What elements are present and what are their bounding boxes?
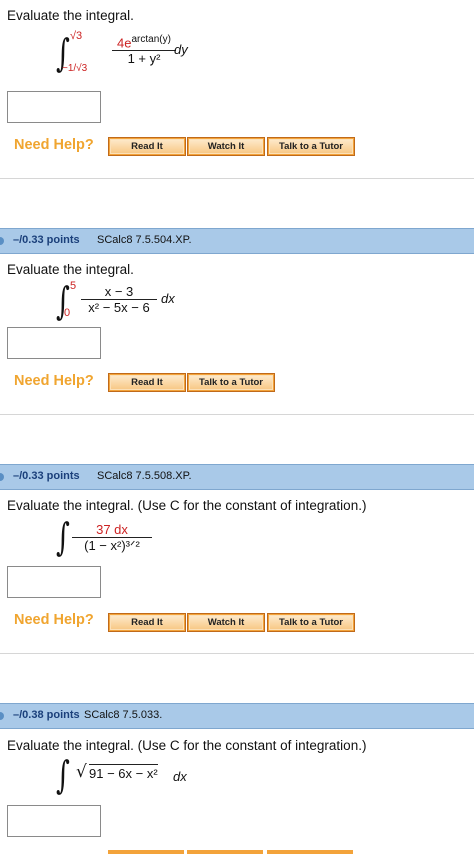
q3-points: –/0.33 points: [13, 470, 80, 482]
q4-differential: dx: [173, 769, 187, 784]
q2-numerator: x − 3: [104, 284, 134, 299]
q2-denominator: x² − 5x − 6: [88, 300, 150, 315]
q4-code: SCalc8 7.5.033.: [84, 709, 163, 721]
q1-differential: dy: [174, 42, 188, 57]
q4-read-it-button-partial[interactable]: [108, 850, 184, 854]
integral-sign: ∫: [56, 515, 70, 559]
q4-radicand: 91 − 6x − x²: [89, 764, 158, 781]
q3-header-bar: –/0.33 points SCalc8 7.5.508.XP.: [0, 464, 474, 490]
q2-integral: ∫ 5 0 x − 3 x² − 5x − 6 dx: [54, 280, 214, 324]
q3-integral: ∫ 37 dx (1 − x²)³ᐟ²: [54, 518, 214, 558]
q2-answer-input[interactable]: [7, 327, 101, 359]
q3-code: SCalc8 7.5.508.XP.: [97, 470, 192, 482]
q1-talk-to-tutor-button[interactable]: Talk to a Tutor: [267, 137, 355, 156]
q4-header-bar: –/0.38 points SCalc8 7.5.033.: [0, 703, 474, 729]
q2-talk-to-tutor-button[interactable]: Talk to a Tutor: [187, 373, 275, 392]
q2-status-icon: [0, 237, 4, 245]
q4-points: –/0.38 points: [13, 709, 80, 721]
q3-fraction: 37 dx (1 − x²)³ᐟ²: [72, 522, 152, 554]
q2-fraction: x − 3 x² − 5x − 6: [81, 284, 157, 315]
q2-points: –/0.33 points: [13, 234, 80, 246]
q3-answer-input[interactable]: [7, 566, 101, 598]
q1-upper-limit: √3: [70, 30, 83, 42]
q3-numerator: 37 dx: [96, 522, 128, 537]
q4-talk-to-tutor-button-partial[interactable]: [267, 850, 353, 854]
q2-prompt: Evaluate the integral.: [7, 262, 134, 277]
q2-header-bar: –/0.33 points SCalc8 7.5.504.XP.: [0, 228, 474, 254]
q3-need-help: Need Help?: [14, 612, 94, 628]
q1-answer-input[interactable]: [7, 91, 101, 123]
q3-talk-to-tutor-button[interactable]: Talk to a Tutor: [267, 613, 355, 632]
q3-read-it-button[interactable]: Read It: [108, 613, 186, 632]
q2-read-it-button[interactable]: Read It: [108, 373, 186, 392]
q1-read-it-button[interactable]: Read It: [108, 137, 186, 156]
q1-fraction: 4earctan(y) 1 + y²: [112, 34, 176, 66]
q2-code: SCalc8 7.5.504.XP.: [97, 234, 192, 246]
q1-numerator-base: 4e: [117, 35, 132, 51]
sqrt-icon: √: [76, 762, 87, 782]
q1-integral: ∫ √3 −1/√3 4earctan(y) 1 + y² dy: [54, 30, 214, 80]
q4-status-icon: [0, 712, 4, 720]
q2-differential: dx: [161, 291, 175, 306]
divider: [0, 414, 474, 415]
q2-lower-limit: 0: [64, 307, 71, 319]
integral-sign: ∫: [56, 753, 70, 797]
q3-watch-it-button[interactable]: Watch It: [187, 613, 265, 632]
divider: [0, 653, 474, 654]
q1-need-help: Need Help?: [14, 137, 94, 153]
divider: [0, 178, 474, 179]
q4-integral: ∫ √ 91 − 6x − x² dx: [54, 753, 224, 797]
q1-numerator-exp: arctan(y): [131, 34, 171, 45]
q1-prompt: Evaluate the integral.: [7, 8, 134, 23]
q4-prompt: Evaluate the integral. (Use C for the co…: [7, 738, 367, 753]
q3-status-icon: [0, 473, 4, 481]
q1-lower-limit: −1/√3: [62, 63, 88, 74]
q1-denominator: 1 + y²: [127, 51, 161, 67]
q1-watch-it-button[interactable]: Watch It: [187, 137, 265, 156]
q2-upper-limit: 5: [70, 280, 77, 292]
q4-answer-input[interactable]: [7, 805, 101, 837]
q3-denominator: (1 − x²)³ᐟ²: [84, 538, 140, 553]
q2-need-help: Need Help?: [14, 373, 94, 389]
q3-prompt: Evaluate the integral. (Use C for the co…: [7, 498, 367, 513]
q4-watch-it-button-partial[interactable]: [187, 850, 263, 854]
